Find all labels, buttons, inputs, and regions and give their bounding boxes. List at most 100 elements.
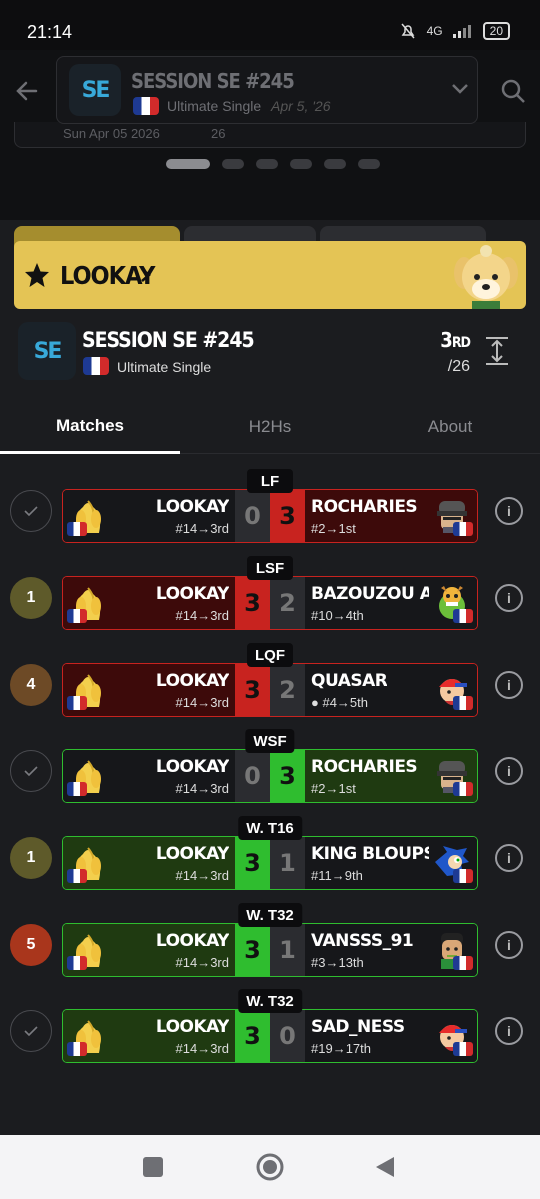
match-row[interactable]: WSF LOOKAY #14→3rd 0 3 ROCHARIES #2→1st i [0,715,540,803]
opponent-side: KING BLOUPS #11→9th [305,837,477,889]
carousel-dot[interactable] [222,159,244,169]
player-name: LOOKAY [155,931,229,951]
search-icon[interactable] [500,78,526,104]
france-flag-icon [453,609,473,623]
isabelle-character-icon [454,245,518,309]
round-label: LSF [247,556,293,580]
player-score: 3 [235,577,270,629]
player-score: 3 [235,837,270,889]
event-selector[interactable]: SE SESSION SE #245 Ultimate Single Apr 5… [56,56,478,124]
network-type: 4G [426,24,443,38]
player-name: LOOKAY [155,671,229,691]
carousel-dot[interactable] [324,159,346,169]
back-arrow-icon[interactable] [14,78,40,104]
player-side: LOOKAY #14→3rd [63,837,235,889]
carousel-dot[interactable] [358,159,380,169]
match-row[interactable]: 4 LQF LOOKAY #14→3rd 3 2 QUASAR ● #4→5th i [0,629,540,717]
match-card[interactable]: LOOKAY #14→3rd 3 0 SAD_NESS #19→17th [62,1009,478,1063]
opponent-score: 1 [270,837,305,889]
player-name: LOOKAY [155,757,229,777]
match-card[interactable]: LOOKAY #14→3rd 0 3 ROCHARIES #2→1st [62,749,478,803]
header-title: SESSION SE #245 [131,69,295,93]
match-card[interactable]: LOOKAY #14→3rd 3 2 QUASAR ● #4→5th [62,663,478,717]
player-seed: #14→3rd [175,521,229,536]
peek-card: Sun Apr 05 2026 26 [14,122,526,148]
status-time: 21:14 [27,22,73,42]
back-button[interactable] [374,1155,396,1179]
france-flag-icon [67,522,87,536]
opponent-name: ROCHARIES [311,497,418,517]
placement: 3RD [440,328,471,352]
check-icon [10,750,52,792]
opponent-score: 3 [270,490,305,542]
player-score: 3 [235,664,270,716]
match-row[interactable]: LF LOOKAY #14→3rd 0 3 ROCHARIES #2→1st i [0,455,540,543]
carousel-dot[interactable] [290,159,312,169]
home-button[interactable] [256,1153,284,1181]
player-banner[interactable]: LOOKAY [14,241,526,309]
expand-vertical-icon[interactable] [484,336,510,366]
carousel-dot[interactable] [166,159,210,169]
player-score: 0 [235,490,270,542]
opponent-seed: #10→4th [311,608,364,623]
event-title: SESSION SE #245 [82,328,255,352]
match-row[interactable]: 1 LSF LOOKAY #14→3rd 32 BAZOUZOU A B... #10→4t… [0,542,540,630]
france-flag-icon [67,869,87,883]
placement-rank: 3 [440,328,452,352]
info-icon[interactable]: i [495,497,523,525]
round-label: WSF [245,729,295,753]
event-logo: SE [69,64,121,116]
round-label: LF [247,469,293,493]
player-name: LOOKAY [155,497,229,517]
check-icon [10,1010,52,1052]
opponent-side: BAZOUZOU A B... #10→4th [305,577,477,629]
player-seed: #14→3rd [175,695,229,710]
opponent-side: ROCHARIES #2→1st [305,750,477,802]
tab-about[interactable]: About [360,400,540,454]
opponent-name: SAD_NESS [311,1017,405,1037]
opponent-seed: #2→1st [311,781,356,796]
france-flag-icon [67,696,87,710]
tab-h2hs[interactable]: H2Hs [180,400,360,454]
player-section: LOOKAY SE SESSION SE #245 Ultimate Singl… [0,220,540,455]
round-label: W. T32 [238,989,302,1013]
info-icon[interactable]: i [495,931,523,959]
opponent-score: 0 [270,1010,305,1062]
match-card[interactable]: LOOKAY #14→3rd 3 1 KING BLOUPS #11→9th [62,836,478,890]
match-row[interactable]: 1 W. T16 LOOKAY #14→3rd 3 1 KING BLOUPS #11→9th… [0,802,540,890]
match-card[interactable]: LOOKAY #14→3rd 3 1 VANSSS_91 #3→13th [62,923,478,977]
placement-suffix: RD [451,335,471,351]
info-icon[interactable]: i [495,844,523,872]
match-row[interactable]: W. T32 LOOKAY #14→3rd 3 0 SAD_NESS #19→17th i [0,975,540,1063]
recents-button[interactable] [143,1157,163,1177]
round-label: LQF [247,643,293,667]
opponent-side: SAD_NESS #19→17th [305,1010,477,1062]
opponent-name: BAZOUZOU A B... [311,584,429,604]
match-card[interactable]: LOOKAY #14→3rd 0 3 ROCHARIES #2→1st [62,489,478,543]
player-seed: #14→3rd [175,868,229,883]
france-flag-icon [67,782,87,796]
info-icon[interactable]: i [495,584,523,612]
match-row[interactable]: 5 W. T32 LOOKAY #14→3rd 3 1 VANSSS_91 #3→13th i [0,889,540,977]
opponent-score: 1 [270,924,305,976]
star-icon [25,263,49,287]
event-logo: SE [18,322,76,380]
player-side: LOOKAY #14→3rd [63,924,235,976]
france-flag-icon [453,522,473,536]
player-score: 3 [235,924,270,976]
tab-matches[interactable]: Matches [0,400,180,454]
match-card[interactable]: LOOKAY #14→3rd 32 BAZOUZOU A B... #10→4th [62,576,478,630]
info-icon[interactable]: i [495,1017,523,1045]
header-subtitle: Ultimate Single [167,98,262,114]
signal-icon [452,25,471,38]
opponent-seed: #11→9th [311,868,363,883]
player-seed: #14→3rd [175,781,229,796]
player-side: LOOKAY #14→3rd [63,1010,235,1062]
info-icon[interactable]: i [495,757,523,785]
player-seed: #14→3rd [175,1041,229,1056]
opponent-score: 2 [270,664,305,716]
info-icon[interactable]: i [495,671,523,699]
carousel-dot[interactable] [256,159,278,169]
chevron-down-icon [452,84,468,94]
player-side: LOOKAY #14→3rd [63,577,235,629]
